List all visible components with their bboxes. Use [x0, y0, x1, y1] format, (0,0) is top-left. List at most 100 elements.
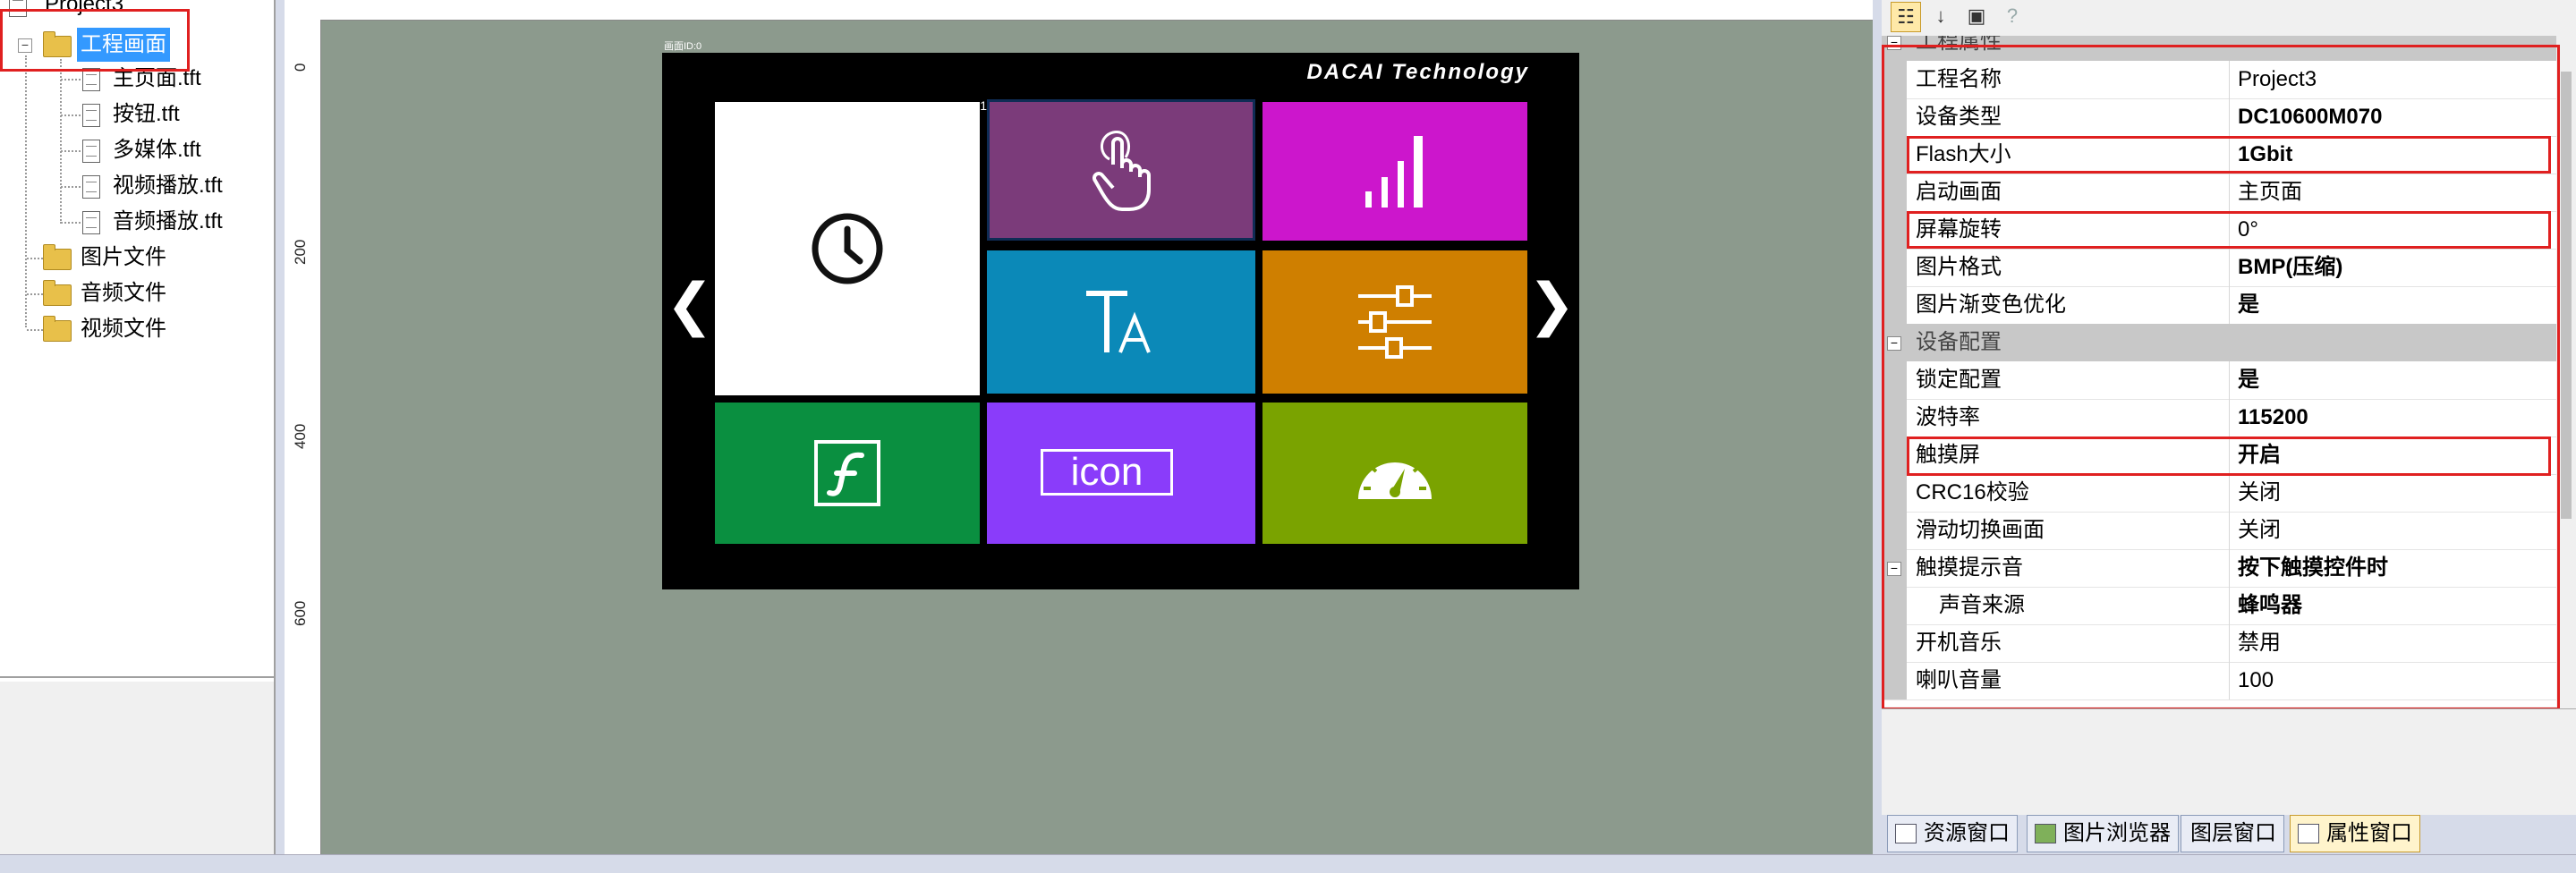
tab-resource-window[interactable]: 资源窗口: [1887, 815, 2018, 852]
property-row[interactable]: 开机音乐 禁用: [1882, 624, 2556, 663]
tree-folder-audio[interactable]: 音频文件: [0, 276, 268, 310]
property-value[interactable]: 开启: [2238, 436, 2281, 474]
tree-folder-images[interactable]: 图片文件: [0, 241, 268, 275]
tree-node-screens[interactable]: − 工程画面: [0, 28, 268, 62]
panel-tab-bar: 资源窗口 图片浏览器 图层窗口 属性窗口: [1882, 815, 2576, 854]
category-device-config[interactable]: − 设备配置: [1882, 324, 2556, 361]
property-value[interactable]: 禁用: [2238, 624, 2281, 662]
property-value[interactable]: BMP(压缩): [2238, 249, 2342, 286]
tree-item-label: 多媒体.tft: [113, 138, 201, 162]
next-arrow-icon[interactable]: ❯: [1527, 276, 1576, 334]
sort-alpha-icon[interactable]: ↓: [1926, 2, 1955, 30]
property-row[interactable]: 图片渐变色优化 是: [1882, 286, 2556, 325]
project-tree-panel: Project3 − 工程画面 主页面.tft 按钮.tft 多媒体.tft 视…: [0, 0, 276, 854]
property-row[interactable]: 触摸屏 开启: [1882, 436, 2556, 475]
property-value[interactable]: 按下触摸控件时: [2238, 549, 2388, 587]
row-gutter: [1882, 361, 1907, 399]
property-row[interactable]: Flash大小 1Gbit: [1882, 136, 2556, 174]
property-scrollbar[interactable]: [2556, 36, 2576, 707]
tile-touch[interactable]: [987, 99, 1255, 241]
brand-label: DACAI Technology: [1306, 60, 1529, 84]
property-row[interactable]: 喇叭音量 100: [1882, 662, 2556, 700]
property-value[interactable]: 1Gbit: [2238, 136, 2292, 174]
property-row[interactable]: CRC16校验 关闭: [1882, 474, 2556, 513]
category-project-properties[interactable]: − 工程属性: [1882, 36, 2556, 61]
property-row[interactable]: 屏幕旋转 0°: [1882, 211, 2556, 250]
tree-item-screen[interactable]: 音频播放.tft: [0, 205, 268, 239]
property-row[interactable]: 图片格式 BMP(压缩): [1882, 249, 2556, 287]
property-pages-icon[interactable]: ▣: [1962, 2, 1991, 30]
tile-settings[interactable]: [1262, 250, 1527, 394]
column-separator: [2229, 587, 2230, 624]
property-value[interactable]: DC10600M070: [2238, 98, 2382, 136]
row-gutter: [1882, 61, 1907, 98]
property-row[interactable]: 声音来源 蜂鸣器: [1882, 587, 2556, 625]
tree-item-screen[interactable]: 视频播放.tft: [0, 169, 268, 203]
tile-icon[interactable]: icon: [987, 403, 1255, 544]
tree-guide: [61, 114, 81, 116]
property-panel: ☷ ↓ ▣ ? − 工程属性 工程名称 Project3 设备类型 DC1060…: [1882, 0, 2576, 854]
device-screen-preview[interactable]: 画面ID:0 DACAI Technology ❮ ❯ 1 icon: [662, 41, 1579, 589]
file-icon: [82, 211, 100, 234]
tile-gauge[interactable]: [1262, 403, 1527, 544]
categorized-icon[interactable]: ☷: [1891, 2, 1921, 32]
property-row[interactable]: − 触摸提示音 按下触摸控件时: [1882, 549, 2556, 588]
collapse-icon[interactable]: −: [1887, 562, 1901, 576]
property-value[interactable]: Project3: [2238, 61, 2317, 98]
row-gutter: [1882, 436, 1907, 474]
row-gutter: [1882, 399, 1907, 436]
property-value[interactable]: 关闭: [2238, 512, 2281, 549]
tab-image-browser[interactable]: 图片浏览器: [2027, 815, 2179, 852]
column-separator: [2229, 662, 2230, 699]
row-gutter: [1882, 474, 1907, 512]
column-separator: [2229, 624, 2230, 662]
column-separator: [2229, 174, 2230, 211]
collapse-icon[interactable]: −: [18, 38, 32, 53]
collapse-icon[interactable]: −: [1887, 36, 1901, 50]
property-value[interactable]: 115200: [2238, 399, 2308, 436]
tree-project-node[interactable]: Project3: [0, 0, 268, 21]
property-value[interactable]: 0°: [2238, 211, 2258, 249]
column-separator: [2229, 549, 2230, 587]
help-icon[interactable]: ?: [1998, 2, 2027, 30]
property-row[interactable]: 滑动切换画面 关闭: [1882, 512, 2556, 550]
tab-layer-window[interactable]: 图层窗口: [2181, 815, 2284, 852]
scrollbar-thumb[interactable]: [2561, 72, 2572, 519]
tree-item-screen[interactable]: 按钮.tft: [0, 97, 268, 131]
tile-clock[interactable]: 1: [715, 98, 987, 395]
property-row[interactable]: 工程名称 Project3: [1882, 61, 2556, 99]
property-value[interactable]: 是: [2238, 286, 2259, 324]
row-gutter: [1882, 136, 1907, 174]
tree-item-screen[interactable]: 多媒体.tft: [0, 133, 268, 167]
tab-property-window[interactable]: 属性窗口: [2290, 815, 2420, 852]
property-row[interactable]: 波特率 115200: [1882, 399, 2556, 437]
tree-folder-video[interactable]: 视频文件: [0, 312, 268, 346]
tree-item-label: 按钮.tft: [113, 102, 180, 126]
tile-flash[interactable]: [715, 403, 980, 544]
row-gutter: [1882, 211, 1907, 249]
property-value[interactable]: 是: [2238, 361, 2259, 399]
file-icon: [82, 104, 100, 127]
text-icon: [1086, 291, 1151, 353]
tree-item-screen[interactable]: 主页面.tft: [0, 62, 268, 96]
tile-text[interactable]: [987, 250, 1255, 394]
property-value[interactable]: 100: [2238, 662, 2274, 699]
prev-arrow-icon[interactable]: ❮: [666, 276, 714, 334]
property-value[interactable]: 蜂鸣器: [2238, 587, 2302, 624]
collapse-icon[interactable]: −: [1887, 336, 1901, 351]
property-row[interactable]: 启动画面 主页面: [1882, 174, 2556, 212]
property-value[interactable]: 主页面: [2238, 174, 2302, 211]
tree-guide: [61, 186, 81, 188]
property-value[interactable]: 关闭: [2238, 474, 2281, 512]
property-row[interactable]: 设备类型 DC10600M070: [1882, 98, 2556, 137]
splitter[interactable]: [1873, 0, 1882, 854]
tile-signal[interactable]: [1262, 102, 1527, 241]
property-row[interactable]: 锁定配置 是: [1882, 361, 2556, 400]
property-grid: − 工程属性 工程名称 Project3 设备类型 DC10600M070 Fl…: [1882, 36, 2556, 707]
column-separator: [2229, 436, 2230, 474]
file-icon: [82, 68, 100, 91]
splitter[interactable]: [276, 0, 285, 854]
folder-icon: [43, 244, 72, 270]
workspace[interactable]: 画面ID:0 DACAI Technology ❮ ❯ 1 icon: [321, 21, 1873, 854]
design-canvas: 0 200 400 600 画面ID:0 DACAI Technology ❮ …: [285, 0, 1873, 854]
